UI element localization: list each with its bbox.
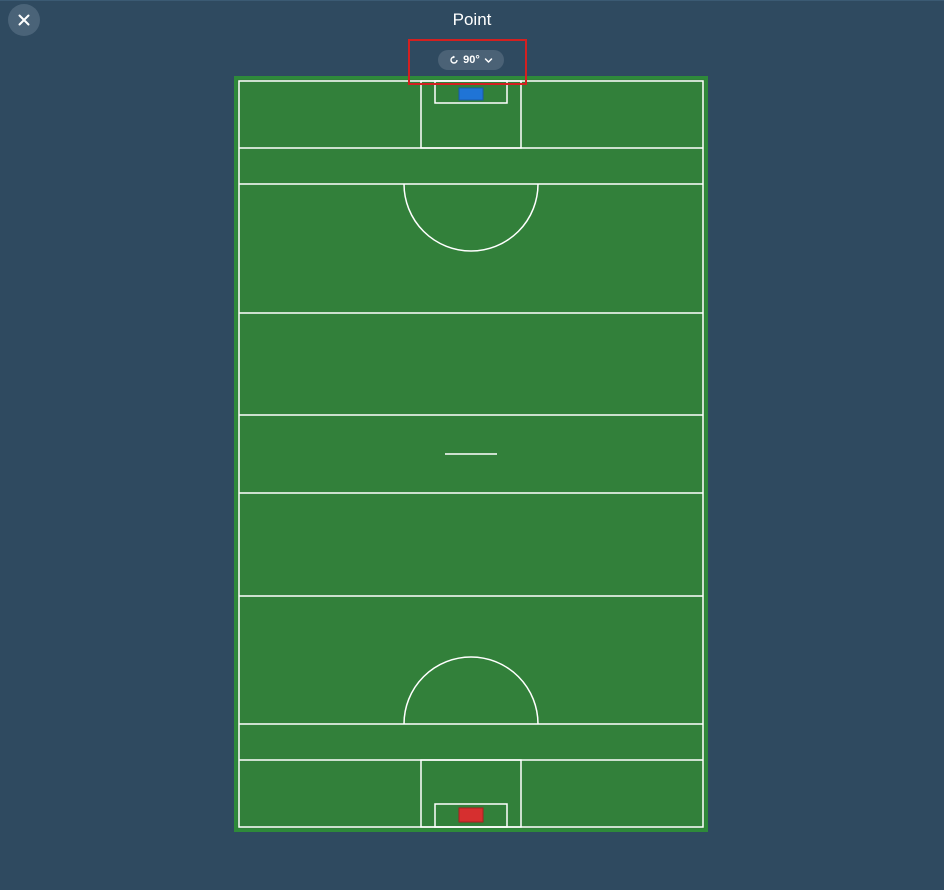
page-title: Point	[452, 10, 492, 29]
rotation-dropdown[interactable]: 90°	[438, 50, 504, 70]
pitch[interactable]	[234, 76, 708, 832]
bottom-goal	[458, 807, 484, 823]
rotate-icon	[449, 55, 459, 65]
close-button[interactable]	[8, 4, 40, 36]
close-icon	[18, 14, 30, 26]
pitch-view: Point 90°	[0, 0, 944, 890]
chevron-down-icon	[484, 56, 493, 65]
top-goal	[458, 87, 484, 101]
rotation-value: 90°	[463, 54, 480, 66]
